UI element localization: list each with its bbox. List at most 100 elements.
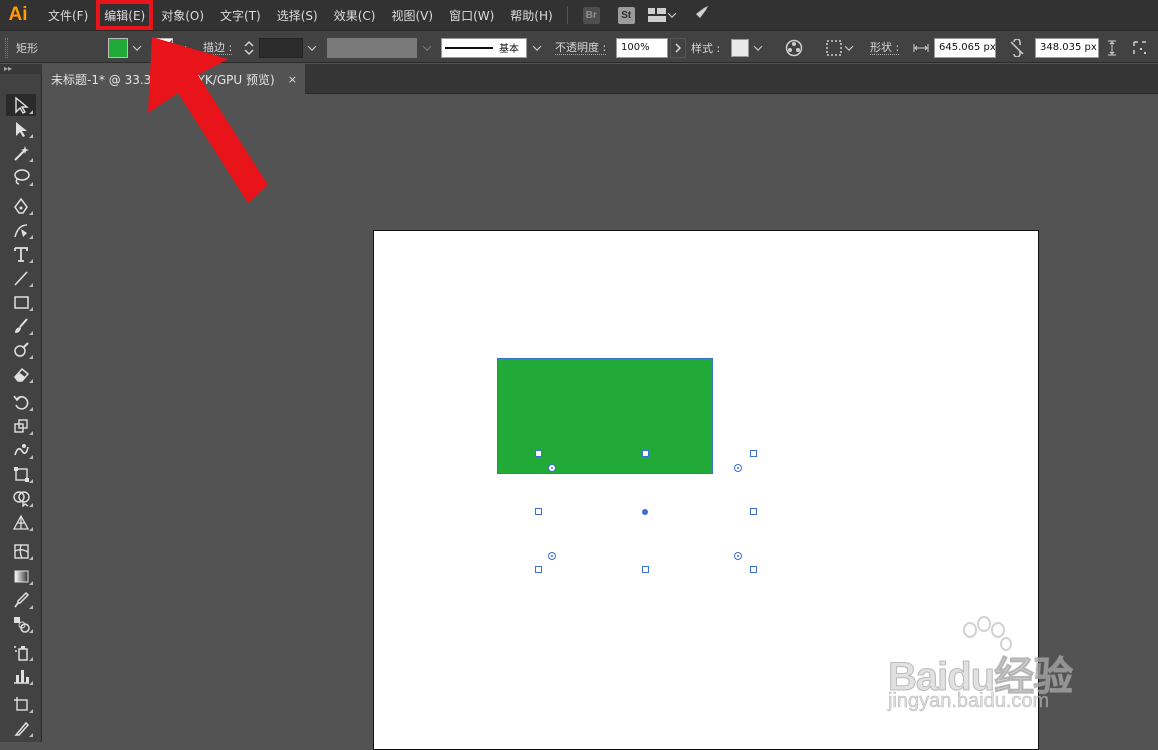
tool-group-indicator	[29, 681, 33, 685]
shape-builder-tool-icon[interactable]	[6, 487, 36, 509]
workspace-layout-icon[interactable]	[647, 8, 678, 22]
menu-separator	[566, 6, 568, 24]
tool-group-indicator	[29, 283, 33, 287]
graphic-style-swatch[interactable]	[731, 38, 749, 57]
menu-view[interactable]: 视图(V)	[383, 0, 441, 30]
corner-radius-widget-bottom-right[interactable]	[734, 552, 742, 560]
pen-tool-icon[interactable]	[6, 195, 36, 217]
warp-tool-icon[interactable]	[6, 439, 36, 461]
graphic-style-control[interactable]	[731, 31, 764, 64]
chevron-down-icon[interactable]	[531, 42, 543, 54]
menu-edit[interactable]: 编辑(E)	[96, 0, 154, 30]
height-icon	[1106, 31, 1118, 64]
bridge-icon[interactable]: Br	[582, 6, 600, 24]
resize-handle-middle-left[interactable]	[535, 508, 542, 515]
chevron-down-icon[interactable]	[306, 42, 318, 54]
type-tool-icon[interactable]	[6, 243, 36, 265]
direct-selection-tool-icon[interactable]	[6, 118, 36, 140]
opacity-arrow-button[interactable]	[670, 37, 686, 58]
resize-handle-middle-right[interactable]	[750, 508, 757, 515]
chevron-down-icon[interactable]	[421, 42, 433, 54]
menu-bar: Ai 文件(F) 编辑(E) 对象(O) 文字(T) 选择(S) 效果(C) 视…	[0, 0, 1158, 30]
symbol-sprayer-tool-icon[interactable]	[6, 641, 36, 663]
fill-control[interactable]	[108, 31, 143, 64]
tool-group-indicator	[29, 629, 33, 633]
tool-group-indicator	[29, 733, 33, 737]
brush-definition-field[interactable]: 基本	[441, 37, 527, 58]
corner-radius-widget-top-left[interactable]	[548, 464, 556, 472]
blend-tool-icon[interactable]	[6, 613, 36, 635]
menu-effect[interactable]: 效果(C)	[326, 0, 384, 30]
rectangle-tool-icon[interactable]	[6, 291, 36, 313]
collapse-panel-icon[interactable]: ▸▸	[0, 64, 42, 74]
resize-handle-top-center[interactable]	[642, 450, 649, 457]
close-tab-icon[interactable]: ×	[288, 73, 297, 86]
tool-group-indicator	[29, 331, 33, 335]
menu-object[interactable]: 对象(O)	[153, 0, 212, 30]
center-point[interactable]	[642, 509, 648, 515]
tool-group-indicator	[29, 182, 33, 186]
shape-label[interactable]: 形状 :	[870, 41, 900, 55]
shaper-tool-icon[interactable]	[6, 339, 36, 361]
menu-help[interactable]: 帮助(H)	[502, 0, 560, 30]
selected-rectangle[interactable]	[497, 358, 713, 474]
menu-file[interactable]: 文件(F)	[40, 0, 96, 30]
selection-tool-icon[interactable]	[6, 94, 36, 116]
tool-group-indicator	[29, 657, 33, 661]
tool-group-indicator	[29, 581, 33, 585]
paintbrush-tool-icon[interactable]	[6, 315, 36, 337]
menu-window[interactable]: 窗口(W)	[441, 0, 502, 30]
menu-type[interactable]: 文字(T)	[212, 0, 269, 30]
panel-grip-icon[interactable]	[5, 37, 8, 58]
align-selection-icon[interactable]	[825, 31, 855, 64]
width-control[interactable]: 645.065 px	[913, 31, 996, 64]
width-icon	[913, 43, 929, 52]
perspective-grid-tool-icon[interactable]	[6, 511, 36, 533]
opacity-label[interactable]: 不透明度 :	[555, 41, 607, 55]
opacity-control[interactable]: 100%	[616, 31, 686, 64]
chevron-down-icon	[666, 9, 678, 21]
recolor-artwork-icon[interactable]	[785, 31, 803, 64]
scale-tool-icon[interactable]	[6, 415, 36, 437]
sync-rocket-icon[interactable]	[690, 6, 710, 24]
variable-width-control[interactable]	[327, 31, 433, 64]
width-input[interactable]: 645.065 px	[934, 37, 996, 58]
rotate-tool-icon[interactable]	[6, 391, 36, 413]
line-segment-tool-icon[interactable]	[6, 267, 36, 289]
menu-select[interactable]: 选择(S)	[269, 0, 326, 30]
eraser-tool-icon[interactable]	[6, 363, 36, 385]
constrain-proportions-icon[interactable]	[1008, 31, 1026, 64]
watermark-url: jingyan.baidu.com	[888, 690, 1050, 713]
tool-group-indicator	[29, 556, 33, 560]
corner-radius-widget-bottom-left[interactable]	[548, 552, 556, 560]
resize-handle-bottom-right[interactable]	[750, 566, 757, 573]
transform-options-icon[interactable]	[1132, 31, 1148, 64]
magic-wand-tool-icon[interactable]	[6, 142, 36, 164]
brush-definition-control[interactable]: 基本	[441, 31, 543, 64]
tool-group-indicator	[29, 605, 33, 609]
corner-radius-widget-top-right[interactable]	[734, 464, 742, 472]
height-control[interactable]: 348.035 px	[1035, 31, 1099, 64]
gradient-tool-icon[interactable]	[6, 565, 36, 587]
artboard-tool-icon[interactable]	[6, 693, 36, 715]
column-graph-tool-icon[interactable]	[6, 665, 36, 687]
eyedropper-tool-icon[interactable]	[6, 589, 36, 611]
mesh-tool-icon[interactable]	[6, 540, 36, 562]
tool-group-indicator	[29, 158, 33, 162]
slice-tool-icon[interactable]	[6, 717, 36, 739]
chevron-down-icon[interactable]	[843, 42, 855, 54]
free-transform-tool-icon[interactable]	[6, 463, 36, 485]
resize-handle-bottom-left[interactable]	[535, 566, 542, 573]
resize-handle-top-right[interactable]	[750, 450, 757, 457]
height-input[interactable]: 348.035 px	[1035, 37, 1099, 58]
variable-width-profile[interactable]	[327, 37, 417, 58]
opacity-input[interactable]: 100%	[616, 37, 668, 58]
resize-handle-top-left[interactable]	[535, 450, 542, 457]
curvature-tool-icon[interactable]	[6, 219, 36, 241]
fill-swatch[interactable]	[108, 37, 128, 58]
lasso-tool-icon[interactable]	[6, 166, 36, 188]
resize-handle-bottom-center[interactable]	[642, 566, 649, 573]
chevron-down-icon[interactable]	[752, 42, 764, 54]
stock-icon[interactable]: St	[617, 6, 635, 24]
tool-group-indicator	[29, 110, 33, 114]
